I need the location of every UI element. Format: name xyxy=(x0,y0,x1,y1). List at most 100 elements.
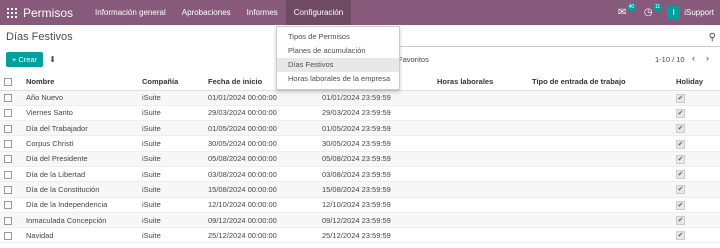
row-checkbox[interactable] xyxy=(0,212,22,229)
checkbox[interactable] xyxy=(4,155,12,164)
cell-nombre: Día de la Libertad xyxy=(22,166,138,183)
checkbox[interactable] xyxy=(4,94,12,103)
chat-icon[interactable]: ✉ 40 xyxy=(615,2,637,20)
cell-holiday[interactable]: ✔ xyxy=(672,227,720,244)
row-checkbox[interactable] xyxy=(0,166,22,183)
row-checkbox[interactable] xyxy=(0,90,22,106)
cell-holiday[interactable]: ✔ xyxy=(672,105,720,122)
table-row[interactable]: Corpus Christi iSuite 30/05/2024 00:00:00 3… xyxy=(0,135,720,152)
clock-icon[interactable]: ◷ 11 xyxy=(641,2,663,20)
column-horas-laborales[interactable]: Horas laborales xyxy=(433,73,528,91)
check-icon[interactable]: ✔ xyxy=(676,108,685,118)
column-nombre[interactable]: Nombre xyxy=(22,73,138,91)
systray: ✉ 40 ◷ 11 I iSupport xyxy=(615,0,720,25)
checkbox[interactable] xyxy=(4,231,12,240)
check-icon[interactable]: ✔ xyxy=(676,124,685,134)
check-icon[interactable]: ✔ xyxy=(676,154,685,164)
row-checkbox[interactable] xyxy=(0,197,22,213)
checkbox[interactable] xyxy=(4,185,12,194)
cell-fecha-fin: 12/10/2024 23:59:59 xyxy=(318,197,433,213)
download-icon[interactable]: ⬇ xyxy=(46,52,59,67)
cell-horas-laborales xyxy=(433,212,528,229)
cell-nombre: Inmaculada Concepción xyxy=(22,212,138,229)
holidays-table: Nombre Compañía Fecha de inicio Horas la… xyxy=(0,73,720,244)
chevron-left-icon[interactable]: ‹ xyxy=(692,53,695,63)
cell-horas-laborales xyxy=(433,90,528,106)
search-icon[interactable]: ⚲ xyxy=(709,32,716,43)
menu-configuracion[interactable]: Configuración xyxy=(285,0,352,25)
menu-aprobaciones[interactable]: Aprobaciones xyxy=(174,0,239,25)
create-button-label: Crear xyxy=(18,55,38,64)
row-checkbox[interactable] xyxy=(0,120,22,137)
search-input[interactable]: ⚲ xyxy=(398,31,720,47)
column-holiday[interactable]: Holiday xyxy=(672,73,720,91)
table-row[interactable]: Inmaculada Concepción iSuite 09/12/2024 00… xyxy=(0,212,720,229)
cell-holiday[interactable]: ✔ xyxy=(672,151,720,167)
checkbox[interactable] xyxy=(4,140,12,149)
check-icon[interactable]: ✔ xyxy=(676,216,685,226)
table-row[interactable]: Día del Presidente iSuite 05/08/2024 00:00… xyxy=(0,151,720,167)
select-all-checkbox[interactable] xyxy=(0,73,22,91)
check-icon[interactable]: ✔ xyxy=(676,185,685,195)
cell-holiday[interactable]: ✔ xyxy=(672,181,720,198)
avatar[interactable]: I xyxy=(667,6,681,19)
menu-informes[interactable]: Informes xyxy=(239,0,286,25)
cell-holiday[interactable]: ✔ xyxy=(672,90,720,106)
cell-fecha-inicio: 03/08/2024 00:00:00 xyxy=(204,166,318,183)
cell-fecha-inicio: 25/12/2024 00:00:00 xyxy=(204,227,318,244)
cell-fecha-fin: 29/03/2024 23:59:59 xyxy=(318,105,433,122)
breadcrumb: Días Festivos xyxy=(6,31,73,43)
cell-nombre: Corpus Christi xyxy=(22,135,138,152)
cell-holiday[interactable]: ✔ xyxy=(672,120,720,137)
cell-compania: iSuite xyxy=(138,197,204,213)
cell-tipo-entrada xyxy=(528,197,672,213)
activity-badge: 11 xyxy=(653,2,663,11)
row-checkbox[interactable] xyxy=(0,151,22,167)
row-checkbox[interactable] xyxy=(0,135,22,152)
table-row[interactable]: Día del Trabajador iSuite 01/05/2024 00:00… xyxy=(0,120,720,137)
checkbox[interactable] xyxy=(4,170,12,179)
table-row[interactable]: Navidad iSuite 25/12/2024 00:00:00 25/12/20… xyxy=(0,227,720,244)
table-row[interactable]: Viernes Santo iSuite 29/03/2024 00:00:00 29… xyxy=(0,105,720,122)
dropdown-item-planes-acumulacion[interactable]: Planes de acumulación xyxy=(277,44,399,58)
check-icon[interactable]: ✔ xyxy=(676,93,685,103)
check-icon[interactable]: ✔ xyxy=(676,139,685,149)
check-icon[interactable]: ✔ xyxy=(676,200,685,210)
table-row[interactable]: Día de la Independencia iSuite 12/10/2024 … xyxy=(0,197,720,213)
check-icon[interactable]: ✔ xyxy=(676,170,685,180)
checkbox[interactable] xyxy=(4,109,12,118)
table-row[interactable]: Día de la Libertad iSuite 03/08/2024 00:00… xyxy=(0,166,720,183)
cell-holiday[interactable]: ✔ xyxy=(672,166,720,183)
table-row[interactable]: Año Nuevo iSuite 01/01/2024 00:00:00 01/01/… xyxy=(0,90,720,106)
row-checkbox[interactable] xyxy=(0,181,22,198)
cell-fecha-inicio: 30/05/2024 00:00:00 xyxy=(204,135,318,152)
check-icon[interactable]: ✔ xyxy=(676,231,685,241)
chevron-right-icon[interactable]: › xyxy=(706,53,709,63)
checkbox[interactable] xyxy=(4,216,12,225)
menu-informacion-general[interactable]: Información general xyxy=(87,0,174,25)
cell-horas-laborales xyxy=(433,120,528,137)
favorites-button[interactable]: Favoritos xyxy=(398,55,429,64)
cell-fecha-fin: 01/01/2024 23:59:59 xyxy=(318,90,433,106)
app-title[interactable]: Permisos xyxy=(23,6,73,20)
cell-nombre: Día del Presidente xyxy=(22,151,138,167)
cell-compania: iSuite xyxy=(138,90,204,106)
cell-tipo-entrada xyxy=(528,120,672,137)
create-button[interactable]: + Crear xyxy=(6,52,43,67)
table-row[interactable]: Día de la Constitución iSuite 15/08/2024 0… xyxy=(0,181,720,198)
dropdown-item-dias-festivos[interactable]: Días Festivos xyxy=(277,58,399,72)
cell-holiday[interactable]: ✔ xyxy=(672,135,720,152)
pager-value[interactable]: 1-10 / 10 xyxy=(655,55,685,64)
checkbox[interactable] xyxy=(4,201,12,210)
dropdown-item-tipos-permisos[interactable]: Tipos de Permisos xyxy=(277,30,399,44)
dropdown-item-horas-laborales[interactable]: Horas laborales de la empresa xyxy=(277,72,399,86)
row-checkbox[interactable] xyxy=(0,227,22,244)
cell-holiday[interactable]: ✔ xyxy=(672,212,720,229)
row-checkbox[interactable] xyxy=(0,105,22,122)
cell-holiday[interactable]: ✔ xyxy=(672,197,720,213)
checkbox[interactable] xyxy=(4,124,12,133)
column-compania[interactable]: Compañía xyxy=(138,73,204,91)
apps-grid-icon[interactable] xyxy=(7,7,17,18)
column-tipo-entrada[interactable]: Tipo de entrada de trabajo xyxy=(528,73,672,91)
user-name[interactable]: iSupport xyxy=(684,8,714,17)
